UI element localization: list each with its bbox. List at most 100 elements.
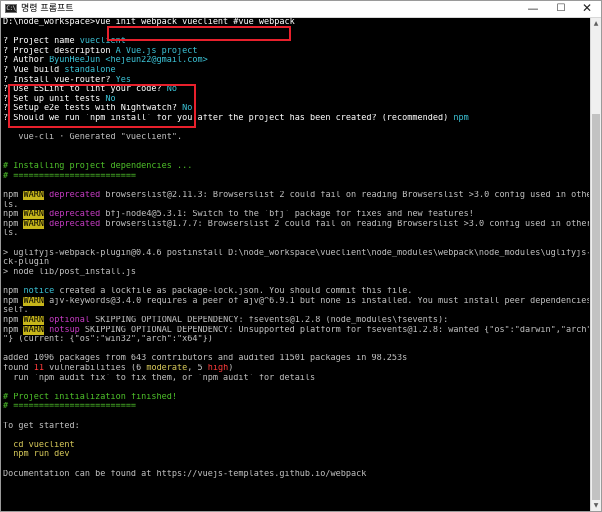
console-line: ls. bbox=[3, 229, 589, 239]
console-text: ? Set up unit tests bbox=[3, 94, 106, 104]
console-text: standalone bbox=[64, 66, 116, 76]
warn-badge: WARN bbox=[23, 325, 44, 335]
console-line: npm WARN deprecated browserslist@1.7.7: … bbox=[3, 219, 589, 230]
console-line: # ======================== bbox=[3, 402, 589, 412]
console-line: ? Install vue-router? Yes bbox=[3, 76, 589, 86]
scroll-down-arrow-icon[interactable]: ▼ bbox=[591, 500, 601, 511]
warn-badge: WARN bbox=[23, 210, 44, 220]
console-line: npm notice created a lockfile as package… bbox=[3, 287, 589, 297]
console-text: npm bbox=[3, 219, 24, 229]
console-line: cd vueclient bbox=[3, 441, 589, 451]
console-text: npm bbox=[3, 287, 24, 297]
console-text: > uglifyjs-webpack-plugin@0.4.6 postinst… bbox=[3, 248, 589, 258]
console-text: Installing project dependencies ... bbox=[13, 162, 193, 172]
console-text: bfj-node4@5.3.1: Switch to the `bfj` pac… bbox=[100, 210, 474, 220]
console-line: > node lib/post_install.js bbox=[3, 268, 589, 278]
console-text: npm bbox=[453, 114, 469, 124]
minimize-button[interactable]: — bbox=[519, 1, 547, 17]
console-text: self. bbox=[3, 306, 29, 316]
console-text: browserslist@1.7.7: Browserslist 2 could… bbox=[100, 219, 589, 229]
console-text: ? Author bbox=[3, 56, 50, 66]
console-text: ? Setup e2e tests with Nightwatch? bbox=[3, 104, 183, 114]
warn-badge: WARN bbox=[23, 190, 44, 200]
console-line: ? Author ByunHeeJun <hejeun22@gmail.com> bbox=[3, 56, 589, 66]
console-text: No bbox=[182, 104, 193, 114]
console-line: # ======================== bbox=[3, 172, 589, 182]
console-text: ajv-keywords@3.4.0 requires a peer of aj… bbox=[43, 296, 589, 306]
console-text: npm bbox=[3, 190, 24, 200]
console-text: npm run dev bbox=[3, 450, 70, 460]
maximize-button[interactable]: ☐ bbox=[547, 1, 575, 17]
console-text: # ======================== bbox=[3, 402, 137, 412]
console-line: npm run dev bbox=[3, 450, 589, 460]
console-line: npm WARN optional SKIPPING OPTIONAL DEPE… bbox=[3, 315, 589, 326]
console-text: optional bbox=[49, 315, 91, 325]
console-text: cd vueclient bbox=[3, 440, 75, 450]
console-text: SKIPPING OPTIONAL DEPENDENCY: fsevents@1… bbox=[90, 315, 449, 325]
console-text: created a lockfile as package-lock.json.… bbox=[54, 287, 413, 297]
console-line: run `npm audit fix` to fix them, or `npm… bbox=[3, 374, 589, 384]
warn-badge: WARN bbox=[23, 219, 44, 229]
vertical-scrollbar[interactable]: ▲ ▼ bbox=[590, 18, 601, 511]
console-text: No bbox=[166, 85, 178, 95]
console-line: added 1096 packages from 643 contributor… bbox=[3, 354, 589, 364]
console-text: notice bbox=[23, 287, 55, 297]
title-bar[interactable]: C:\ 명령 프롬프트 — ☐ ✕ bbox=[1, 1, 601, 18]
console-line: ? Vue build standalone bbox=[3, 66, 589, 76]
console-line: ? Project description A Vue.js project bbox=[3, 47, 589, 57]
console-line: npm WARN ajv-keywords@3.4.0 requires a p… bbox=[3, 296, 589, 307]
console-text: run `npm audit fix` to fix them, or `npm… bbox=[3, 373, 316, 383]
console-text: , 5 bbox=[187, 363, 208, 373]
console-line: self. bbox=[3, 306, 589, 316]
console-text: browserslist@2.11.3: Browserslist 2 coul… bbox=[100, 190, 589, 200]
console-text: vueclient bbox=[79, 37, 126, 47]
console-line: npm WARN deprecated browserslist@2.11.3:… bbox=[3, 190, 589, 201]
console-line: ? Set up unit tests No bbox=[3, 95, 589, 105]
console-text: Project initialization finished! bbox=[13, 392, 178, 402]
console-line: > uglifyjs-webpack-plugin@0.4.6 postinst… bbox=[3, 249, 589, 259]
console-line: # Installing project dependencies ... bbox=[3, 162, 589, 172]
console-line: D:\node_workspace>vue init webpack vuecl… bbox=[3, 18, 589, 28]
console-text: # ======================== bbox=[3, 171, 137, 181]
console-text: ls. bbox=[3, 229, 19, 239]
console-text: found bbox=[3, 363, 34, 373]
console-line: ? Use ESLint to lint your code? No bbox=[3, 85, 589, 95]
console-text: No bbox=[105, 94, 116, 104]
console-output[interactable]: D:\node_workspace>vue init webpack vuecl… bbox=[1, 18, 589, 511]
console-text: ls. bbox=[3, 200, 19, 210]
console-text: npm bbox=[3, 315, 24, 325]
console-line: vue-cli · Generated "vueclient". bbox=[3, 133, 589, 143]
console-lines: D:\node_workspace>vue init webpack vuecl… bbox=[3, 18, 589, 479]
console-text: ? Project description bbox=[3, 46, 116, 56]
console-line: npm WARN deprecated bfj-node4@5.3.1: Swi… bbox=[3, 210, 589, 220]
console-text: SKIPPING OPTIONAL DEPENDENCY: Unsupporte… bbox=[79, 325, 589, 335]
console-text: ? Project name bbox=[3, 37, 80, 47]
console-text: Documentation can be found at https://vu… bbox=[3, 469, 367, 479]
console-line: "} (current: {"os":"win32","arch":"x64"}… bbox=[3, 335, 589, 345]
cmd-app-icon: C:\ bbox=[5, 4, 17, 13]
console-text: Yes bbox=[115, 75, 131, 85]
console-text: vulnerabilities (6 bbox=[43, 363, 147, 373]
console-text: deprecated bbox=[49, 190, 101, 200]
console-text: ck-plugin bbox=[3, 258, 50, 268]
console-text: D:\node_workspace>vue init webpack vuecl… bbox=[3, 18, 295, 27]
console-line: ls. bbox=[3, 201, 589, 211]
console-line: # Project initialization finished! bbox=[3, 393, 589, 403]
console-line: npm WARN notsup SKIPPING OPTIONAL DEPEND… bbox=[3, 325, 589, 336]
scroll-thumb[interactable] bbox=[592, 114, 600, 500]
console-text: # bbox=[3, 162, 14, 172]
scroll-up-arrow-icon[interactable]: ▲ bbox=[591, 18, 601, 29]
console-text: vue-cli · Generated "vueclient". bbox=[3, 133, 183, 143]
close-button[interactable]: ✕ bbox=[573, 1, 601, 17]
warn-badge: WARN bbox=[23, 315, 44, 325]
